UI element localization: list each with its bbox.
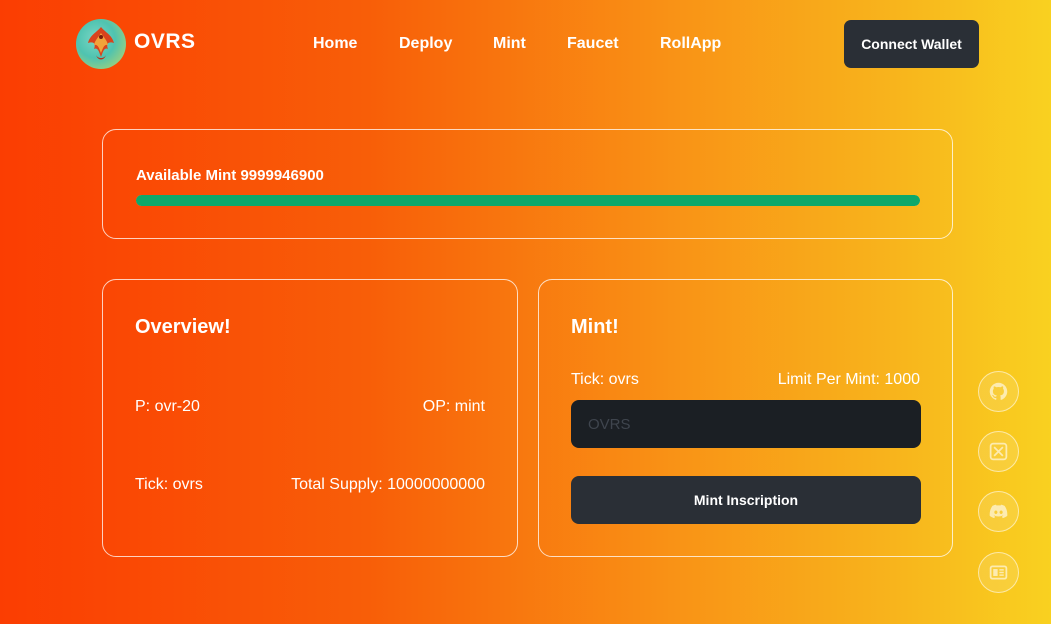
nav-rollapp[interactable]: RollApp: [660, 35, 721, 53]
nav-deploy[interactable]: Deploy: [399, 35, 452, 53]
mint-card: Mint! Tick: ovrs Limit Per Mint: 1000 Mi…: [538, 279, 953, 557]
github-icon[interactable]: [978, 371, 1019, 412]
nav-mint[interactable]: Mint: [493, 35, 526, 53]
discord-icon[interactable]: [978, 491, 1019, 532]
available-mint-card: Available Mint 9999946900: [102, 129, 953, 239]
op-value: OP: mint: [422, 398, 485, 415]
overview-card: Overview! P: ovr-20 OP: mint Tick: ovrs …: [102, 279, 518, 557]
header: OVRS Home Deploy Mint Faucet RollApp Con…: [0, 0, 1051, 88]
nav-faucet[interactable]: Faucet: [567, 35, 619, 53]
mint-tick-value: Tick: ovrs: [571, 371, 639, 388]
overview-row-protocol: P: ovr-20 OP: mint: [135, 398, 485, 416]
mint-progress-bar: [136, 195, 920, 206]
overview-title: Overview!: [135, 316, 231, 338]
nav-home[interactable]: Home: [313, 35, 357, 53]
connect-wallet-button[interactable]: Connect Wallet: [844, 20, 979, 68]
mint-info-row: Tick: ovrs Limit Per Mint: 1000: [571, 371, 920, 389]
docs-icon[interactable]: [978, 552, 1019, 593]
available-mint-label: Available Mint 9999946900: [136, 167, 324, 184]
x-icon[interactable]: [978, 431, 1019, 472]
brand-name[interactable]: OVRS: [134, 30, 196, 54]
overview-row-tick: Tick: ovrs Total Supply: 10000000000: [135, 476, 485, 494]
mint-amount-input[interactable]: [571, 400, 921, 448]
limit-per-mint-value: Limit Per Mint: 1000: [777, 371, 920, 388]
mint-progress-fill: [136, 195, 920, 206]
protocol-value: P: ovr-20: [135, 398, 200, 415]
phoenix-logo-icon[interactable]: [76, 19, 126, 69]
mint-title: Mint!: [571, 316, 619, 338]
mint-inscription-button[interactable]: Mint Inscription: [571, 476, 921, 524]
total-supply-value: Total Supply: 10000000000: [291, 476, 485, 493]
tick-value: Tick: ovrs: [135, 476, 203, 493]
